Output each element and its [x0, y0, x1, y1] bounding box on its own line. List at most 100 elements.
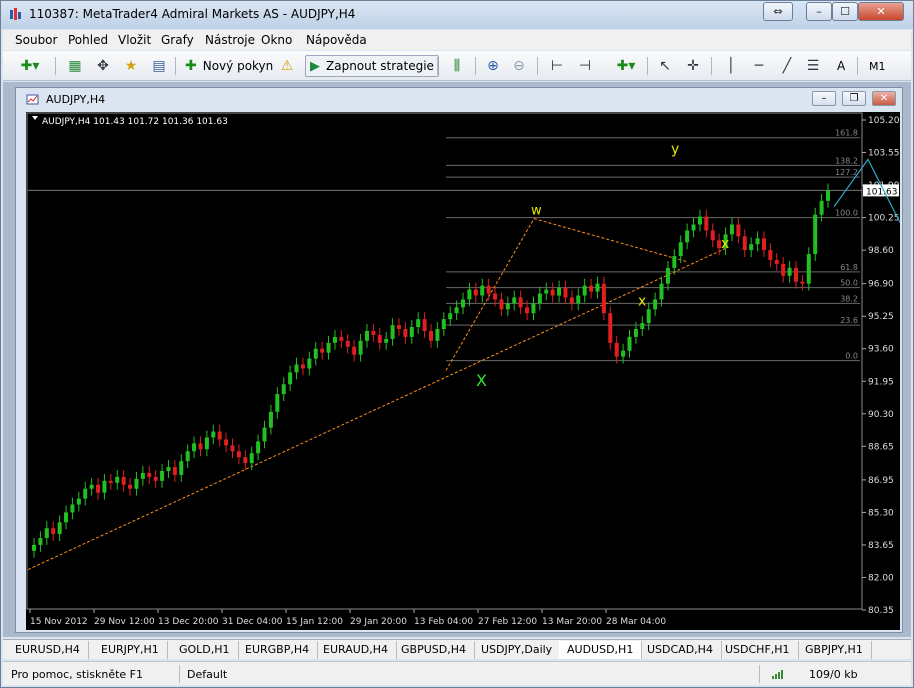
maximize-button[interactable]: ☐ [832, 2, 858, 21]
chart-tab[interactable]: EURGBP,H4 [237, 641, 319, 659]
candle-body [211, 431, 216, 438]
timeframe-m1[interactable]: M1 [869, 55, 886, 77]
close-button[interactable]: ✕ [858, 2, 904, 21]
price-chart[interactable]: 105.20103.55101.90100.2598.6096.9095.259… [26, 112, 901, 630]
chart-tab[interactable]: EURAUD,H4 [315, 641, 398, 659]
wave-label: x [721, 236, 729, 252]
cursor-icon[interactable]: ↖ [655, 56, 675, 76]
autoscroll-icon[interactable]: ⊣ [575, 56, 595, 76]
toolbar-separator [475, 57, 476, 75]
candle-body [416, 319, 421, 328]
candle-body [166, 467, 171, 471]
menu-pohled[interactable]: Pohled [68, 33, 108, 47]
bar-chart-icon[interactable]: ⫼ [447, 56, 467, 76]
chart-tab[interactable]: GBPJPY,H1 [797, 641, 872, 659]
candle-body [582, 285, 587, 296]
chart-shift-icon[interactable]: ⊢ [547, 56, 567, 76]
zoom-in-icon[interactable]: ⊕ [483, 56, 503, 76]
candle-body [377, 334, 382, 343]
candle-body [38, 538, 43, 545]
candle-body [32, 544, 36, 551]
chart-tab[interactable]: EURJPY,H1 [93, 641, 168, 659]
chart-tab[interactable]: USDCHF,H1 [717, 641, 799, 659]
autotrading-button[interactable]: ▶ Zapnout strategie [305, 55, 439, 77]
vertical-line-icon[interactable]: │ [721, 56, 741, 76]
toolbar-separator [711, 57, 712, 75]
candle-body [281, 384, 286, 395]
candle-body [781, 263, 786, 276]
candle-body [108, 480, 113, 483]
navigator-icon[interactable]: ✥ [93, 56, 113, 76]
y-tick-label: 91.95 [868, 377, 894, 387]
fibo-level-label: 38.2 [840, 294, 858, 303]
new-order-button[interactable]: ✚ Nový pokyn [185, 55, 273, 77]
chart-tab[interactable]: AUDUSD,H1 [559, 641, 643, 659]
candle-body [563, 287, 568, 298]
trendline-upper [533, 218, 689, 263]
alert-icon[interactable]: ⚠ [277, 56, 297, 76]
x-tick-label: 27 Feb 12:00 [478, 617, 537, 627]
candle-body [115, 476, 120, 483]
menu-nastroje[interactable]: Nástroje [205, 33, 255, 47]
menu-napoveda[interactable]: Nápověda [306, 33, 367, 47]
market-watch-icon[interactable]: ▦ [65, 56, 85, 76]
candle-body [358, 340, 363, 355]
chart-restore-button[interactable]: ❐ [842, 91, 866, 106]
candle-body [525, 307, 530, 314]
chart-canvas[interactable]: 105.20103.55101.90100.2598.6096.9095.259… [26, 112, 901, 630]
chart-tab[interactable]: GOLD,H1 [171, 641, 239, 659]
chart-tab[interactable]: USDCAD,H4 [639, 641, 722, 659]
indicators-icon[interactable]: ✚▾ [611, 56, 641, 76]
y-tick-label: 100.25 [868, 214, 900, 224]
current-price-label: 101.63 [866, 187, 898, 197]
zoom-out-icon[interactable]: ⊖ [509, 56, 529, 76]
candle-body [653, 299, 658, 310]
candle-body [300, 364, 305, 369]
terminal-icon[interactable]: ▤ [149, 56, 169, 76]
x-tick-label: 15 Nov 2012 [30, 617, 88, 627]
candle-body [339, 336, 344, 341]
candle-body [627, 336, 632, 351]
candle-body [179, 461, 184, 475]
autotrading-icon: ▶ [310, 58, 320, 74]
favorites-icon[interactable]: ★ [121, 56, 141, 76]
wave-label: w [531, 204, 542, 219]
status-divider [179, 665, 180, 683]
candle-body [710, 230, 715, 241]
candle-body [697, 216, 702, 225]
new-chart-icon[interactable]: ✚▾ [15, 56, 45, 76]
crosshair-icon[interactable]: ✛ [683, 56, 703, 76]
chart-tab[interactable]: GBPUSD,H4 [393, 641, 475, 659]
menu-soubor[interactable]: Soubor [15, 33, 57, 47]
menu-grafy[interactable]: Grafy [161, 33, 194, 47]
candle-body [185, 451, 190, 462]
candle-body [345, 340, 350, 347]
candle-body [57, 522, 62, 535]
candle-body [396, 325, 401, 330]
menu-vlozit[interactable]: Vložit [118, 33, 151, 47]
chart-close-button[interactable]: ✕ [872, 91, 896, 106]
chart-minimize-button[interactable]: – [812, 91, 836, 106]
menu-okno[interactable]: Okno [261, 33, 292, 47]
x-tick-label: 13 Feb 04:00 [414, 617, 473, 627]
candle-body [454, 307, 459, 314]
minimize-button[interactable]: – [806, 2, 832, 21]
wave-label: x [638, 293, 646, 309]
candle-body [493, 293, 498, 300]
chart-tab[interactable]: USDJPY,Daily [473, 641, 562, 659]
y-tick-label: 80.35 [868, 606, 894, 616]
chart-window-icon [26, 94, 39, 105]
y-tick-label: 103.55 [868, 149, 900, 159]
chart-tabs: EURUSD,H4 EURJPY,H1 GOLD,H1 EURGBP,H4 EURAUD… [3, 639, 911, 659]
candle-body [704, 216, 709, 231]
toolbar-separator [437, 57, 438, 75]
resize-button[interactable]: ⇔ [763, 2, 793, 21]
dropdown-icon [32, 116, 38, 120]
channel-icon[interactable]: ☰ [803, 56, 823, 76]
text-tool[interactable]: A [837, 55, 845, 77]
fibo-level-label: 127.2 [835, 168, 858, 177]
trendline-icon[interactable]: ╱ [777, 56, 797, 76]
chart-tab[interactable]: EURUSD,H4 [7, 641, 89, 659]
toolbar-separator [647, 57, 648, 75]
horizontal-line-icon[interactable]: ─ [749, 56, 769, 76]
